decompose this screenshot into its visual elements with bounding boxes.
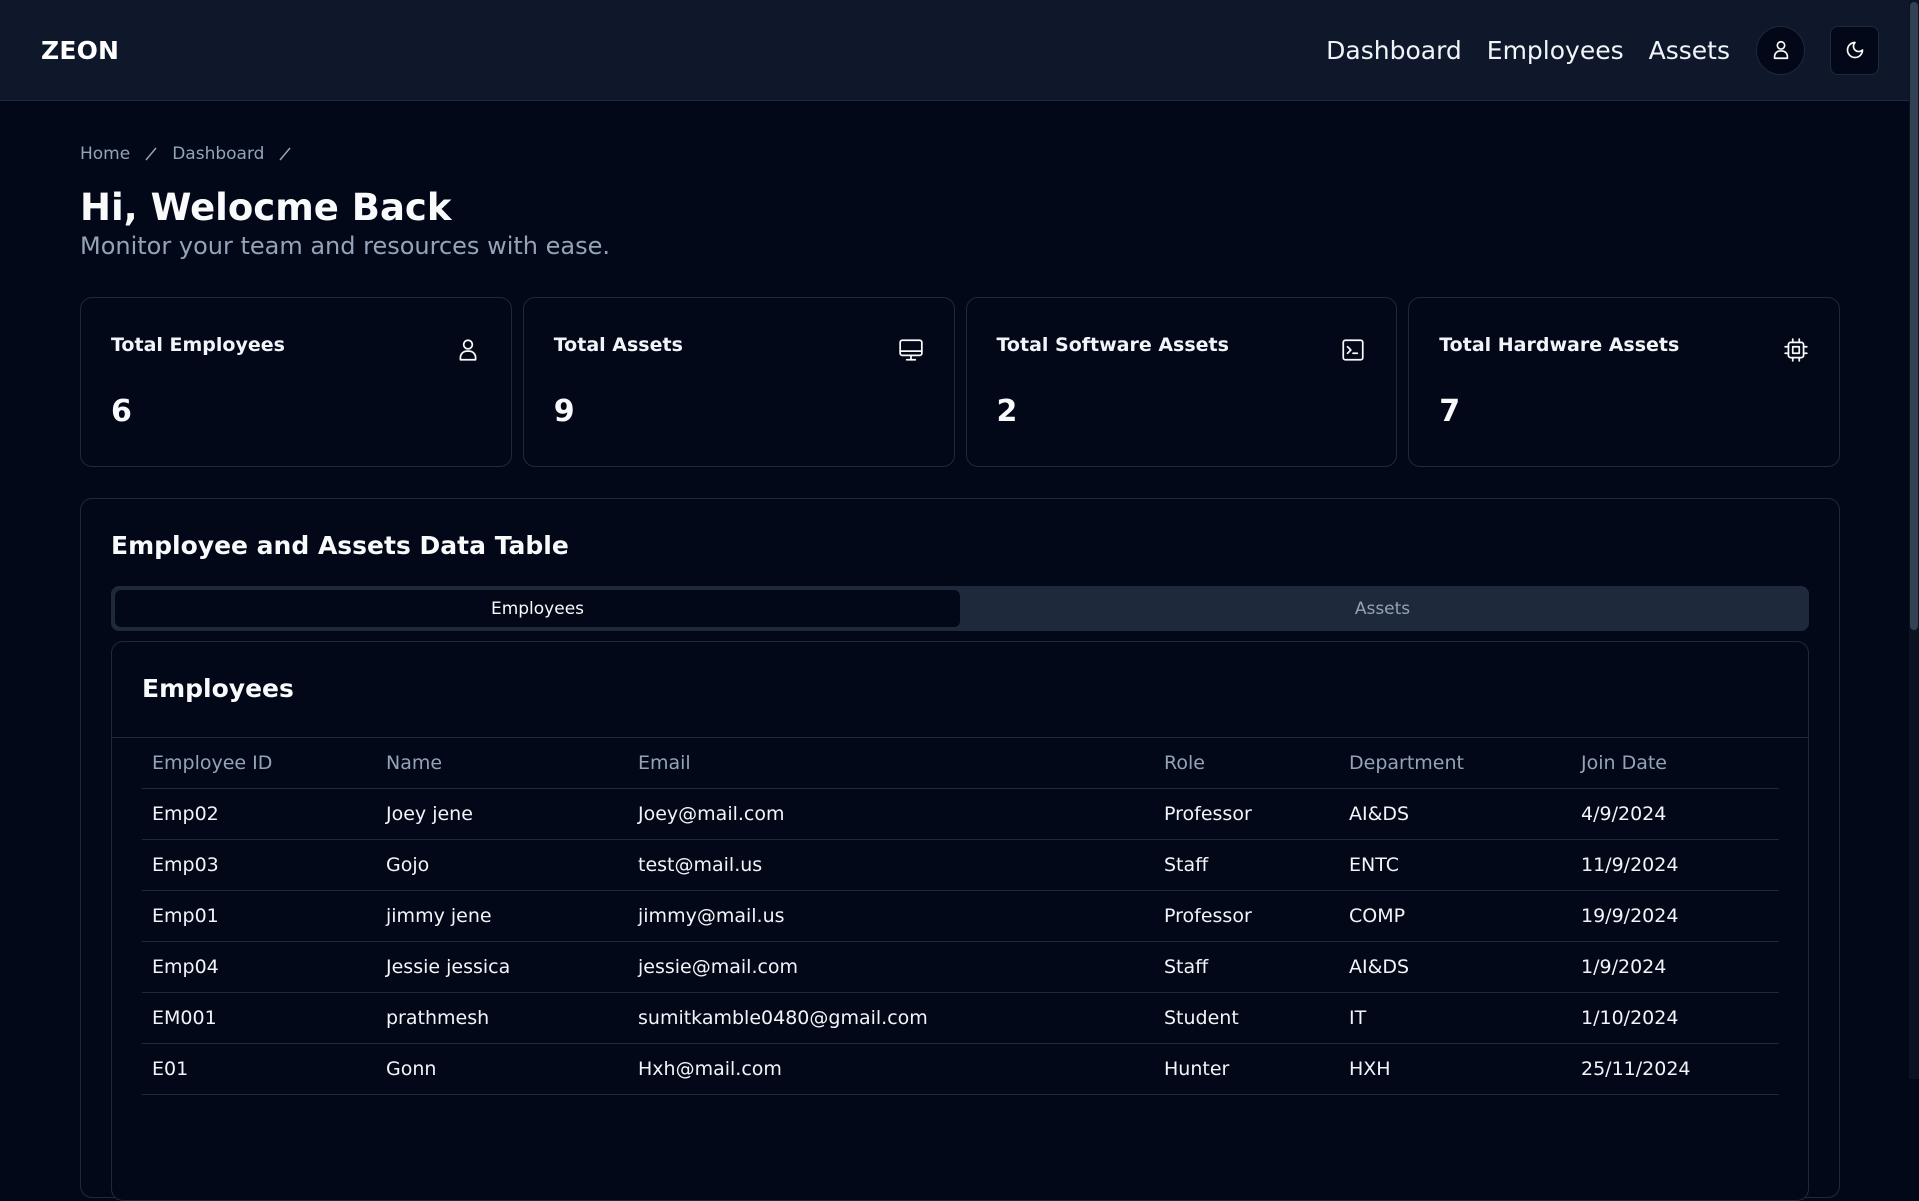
cell-role: Professor [1154, 788, 1339, 840]
data-table-title: Employee and Assets Data Table [111, 531, 569, 560]
cell-employee-id: E01 [142, 1043, 376, 1095]
employees-panel: Employees Employee ID Name Email Role De… [111, 641, 1809, 1201]
cell-employee-id: Emp01 [142, 890, 376, 942]
cell-name: Gojo [376, 839, 628, 891]
cell-name: Gonn [376, 1043, 628, 1095]
slash-separator-icon [279, 147, 292, 161]
theme-toggle-button[interactable] [1830, 25, 1879, 75]
cell-email: Joey@mail.com [628, 788, 1154, 840]
nav-links: Dashboard Employees Assets [1326, 25, 1879, 75]
table-row[interactable]: Emp04 Jessie jessica jessie@mail.com Sta… [142, 941, 1779, 993]
cell-employee-id: Emp03 [142, 839, 376, 891]
nav-link-dashboard[interactable]: Dashboard [1326, 36, 1462, 65]
stat-card-total-assets: Total Assets 9 [522, 297, 955, 467]
tab-list: Employees Assets [111, 586, 1809, 631]
stat-value: 6 [111, 394, 132, 429]
column-header-email[interactable]: Email [628, 738, 1154, 789]
cell-join-date: 1/9/2024 [1571, 941, 1779, 993]
data-table-card: Employee and Assets Data Table Employees… [80, 498, 1840, 1201]
cell-join-date: 11/9/2024 [1571, 839, 1779, 891]
cell-email: Hxh@mail.com [628, 1043, 1154, 1095]
breadcrumb-dashboard[interactable]: Dashboard [172, 144, 264, 164]
cell-role: Hunter [1154, 1043, 1339, 1095]
stat-label: Total Software Assets [996, 334, 1229, 356]
column-header-department[interactable]: Department [1339, 738, 1571, 789]
cell-department: IT [1339, 992, 1571, 1044]
main-content: Home Dashboard Hi, Welocme Back Monitor … [80, 101, 1840, 1201]
stat-card-total-software-assets: Total Software Assets 2 [965, 297, 1398, 467]
profile-button[interactable] [1756, 25, 1805, 75]
moon-icon [1846, 41, 1863, 59]
stat-label: Total Employees [111, 334, 285, 356]
cell-department: ENTC [1339, 839, 1571, 891]
nav-link-employees[interactable]: Employees [1487, 36, 1624, 65]
tab-employees[interactable]: Employees [115, 590, 960, 627]
terminal-icon [1342, 339, 1364, 361]
cell-role: Staff [1154, 941, 1339, 993]
cell-employee-id: Emp02 [142, 788, 376, 840]
column-header-name[interactable]: Name [376, 738, 628, 789]
stat-value: 7 [1439, 394, 1461, 429]
table-row[interactable]: Emp01 jimmy jene jimmy@mail.us Professor… [142, 890, 1779, 942]
cell-join-date: 4/9/2024 [1571, 788, 1779, 840]
top-navbar: ZEON Dashboard Employees Assets [0, 0, 1919, 101]
cpu-icon [1784, 338, 1808, 362]
stat-label: Total Assets [553, 334, 683, 356]
cell-department: AI&DS [1339, 941, 1571, 993]
cell-join-date: 25/11/2024 [1571, 1043, 1779, 1095]
cell-employee-id: EM001 [142, 992, 376, 1044]
monitor-icon [898, 339, 923, 361]
page-subtitle: Monitor your team and resources with eas… [80, 231, 610, 260]
cell-join-date: 19/9/2024 [1571, 890, 1779, 942]
column-header-employee-id[interactable]: Employee ID [142, 738, 376, 789]
cell-department: HXH [1339, 1043, 1571, 1095]
column-header-join-date[interactable]: Join Date [1571, 738, 1779, 789]
table-row[interactable]: Emp03 Gojo test@mail.us Staff ENTC 11/9/… [142, 839, 1779, 891]
stat-value: 2 [996, 394, 1018, 429]
scrollbar-thumb[interactable] [1910, 2, 1918, 630]
user-icon [1773, 40, 1788, 60]
breadcrumb-home[interactable]: Home [80, 144, 130, 164]
cell-email: jessie@mail.com [628, 941, 1154, 993]
cell-role: Student [1154, 992, 1339, 1044]
cell-email: sumitkamble0480@gmail.com [628, 992, 1154, 1044]
cell-role: Professor [1154, 890, 1339, 942]
table-header-row: Employee ID Name Email Role Department J… [142, 738, 1779, 789]
stat-card-total-employees: Total Employees 6 [80, 297, 512, 467]
tab-assets[interactable]: Assets [960, 590, 1805, 627]
table-row[interactable]: Emp02 Joey jene Joey@mail.com Professor … [142, 788, 1779, 840]
column-header-role[interactable]: Role [1154, 738, 1339, 789]
employees-table: Employee ID Name Email Role Department J… [142, 738, 1779, 1095]
slash-separator-icon [145, 147, 157, 161]
stat-label: Total Hardware Assets [1439, 334, 1680, 356]
cell-join-date: 1/10/2024 [1571, 992, 1779, 1044]
app-logo[interactable]: ZEON [41, 36, 119, 65]
page-title: Hi, Welocme Back [80, 186, 452, 229]
table-row[interactable]: EM001 prathmesh sumitkamble0480@gmail.co… [142, 992, 1779, 1044]
cell-name: Joey jene [376, 788, 628, 840]
page-scrollbar[interactable] [1909, 0, 1919, 1079]
cell-name: Jessie jessica [376, 941, 628, 993]
table-row[interactable]: E01 Gonn Hxh@mail.com Hunter HXH 25/11/2… [142, 1043, 1779, 1095]
employees-panel-title: Employees [112, 642, 1808, 738]
stat-card-total-hardware-assets: Total Hardware Assets 7 [1408, 297, 1840, 467]
cell-name: prathmesh [376, 992, 628, 1044]
cell-email: test@mail.us [628, 839, 1154, 891]
user-icon [459, 339, 477, 361]
breadcrumb: Home Dashboard [80, 144, 1840, 164]
cell-role: Staff [1154, 839, 1339, 891]
cell-email: jimmy@mail.us [628, 890, 1154, 942]
stats-row: Total Employees 6 Total Assets 9 Total S… [80, 297, 1840, 467]
cell-employee-id: Emp04 [142, 941, 376, 993]
stat-value: 9 [553, 394, 575, 429]
cell-name: jimmy jene [376, 890, 628, 942]
cell-department: COMP [1339, 890, 1571, 942]
cell-department: AI&DS [1339, 788, 1571, 840]
nav-link-assets[interactable]: Assets [1649, 36, 1730, 65]
